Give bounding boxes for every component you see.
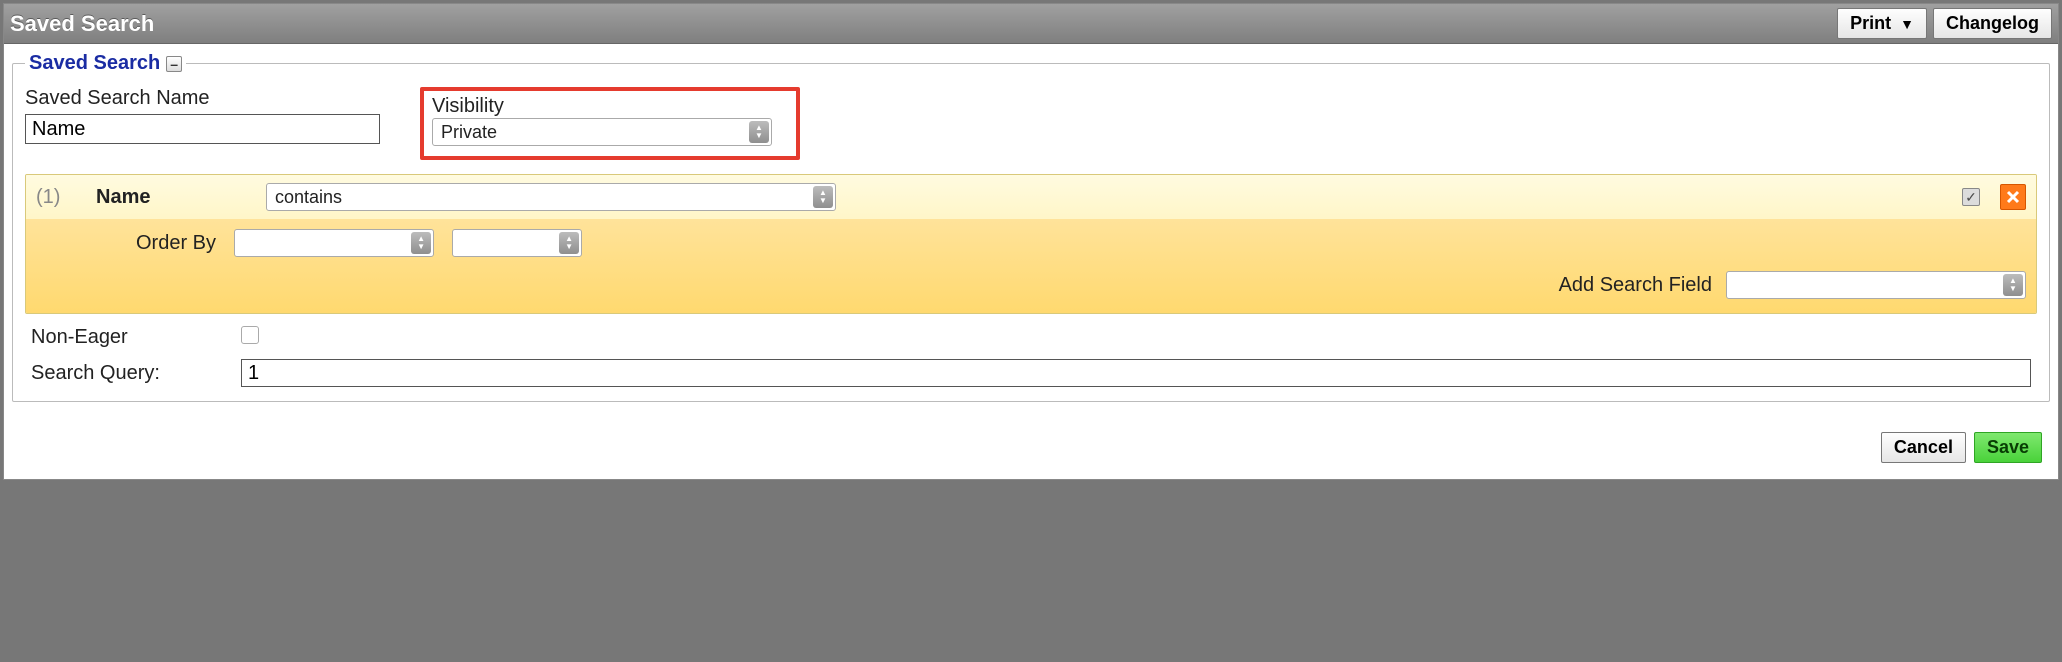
add-field-select[interactable]: ▲▼: [1726, 271, 2026, 299]
visibility-select[interactable]: Private ▲▼: [432, 118, 772, 146]
criteria-delete-button[interactable]: [2000, 184, 2026, 210]
orderby-line: Order By ▲▼ ▲▼: [36, 229, 2026, 257]
save-button[interactable]: Save: [1974, 432, 2042, 463]
search-query-input[interactable]: [241, 359, 2031, 387]
window-title: Saved Search: [10, 11, 154, 37]
visibility-value: Private: [441, 122, 497, 143]
titlebar-actions: Print ▼ Changelog: [1837, 8, 2052, 39]
criteria-index: (1): [36, 186, 76, 209]
criteria-header-row: (1) Name contains ▲▼ ✓: [26, 175, 2036, 219]
noneager-label: Non-Eager: [31, 326, 241, 349]
legend-text: Saved Search: [29, 52, 160, 75]
dropdown-caret-icon: ▼: [1900, 16, 1914, 32]
fieldset-legend: Saved Search –: [25, 52, 186, 75]
add-field-line: Add Search Field ▲▼: [36, 271, 2026, 299]
close-x-icon: [2005, 189, 2021, 205]
changelog-button[interactable]: Changelog: [1933, 8, 2052, 39]
select-stepper-icon: ▲▼: [2003, 274, 2023, 296]
search-query-label: Search Query:: [31, 362, 241, 385]
check-icon: ✓: [1965, 189, 1977, 206]
name-field-label: Saved Search Name: [25, 87, 380, 110]
saved-search-window: Saved Search Print ▼ Changelog Saved Sea…: [3, 3, 2059, 480]
titlebar: Saved Search Print ▼ Changelog: [4, 4, 2058, 44]
criteria-box: (1) Name contains ▲▼ ✓: [25, 174, 2037, 314]
select-stepper-icon: ▲▼: [411, 232, 431, 254]
noneager-checkbox[interactable]: [241, 326, 259, 344]
content-area: Saved Search – Saved Search Name Visibil…: [4, 44, 2058, 479]
print-label: Print: [1850, 13, 1891, 33]
top-row: Saved Search Name Visibility Private ▲▼: [25, 87, 2037, 160]
visibility-label: Visibility: [432, 95, 788, 118]
print-button[interactable]: Print ▼: [1837, 8, 1927, 39]
criteria-operator-wrap: contains ▲▼: [266, 183, 836, 211]
cancel-button[interactable]: Cancel: [1881, 432, 1966, 463]
orderby-direction-select[interactable]: ▲▼: [452, 229, 582, 257]
select-stepper-icon: ▲▼: [813, 186, 833, 208]
criteria-field-name: Name: [96, 186, 246, 209]
criteria-operator-value: contains: [275, 187, 342, 208]
orderby-label: Order By: [136, 232, 216, 255]
saved-search-fieldset: Saved Search – Saved Search Name Visibil…: [12, 52, 2050, 402]
collapse-toggle[interactable]: –: [166, 56, 182, 72]
select-stepper-icon: ▲▼: [749, 121, 769, 143]
add-field-label: Add Search Field: [1559, 274, 1712, 297]
name-field-block: Saved Search Name: [25, 87, 380, 144]
select-stepper-icon: ▲▼: [559, 232, 579, 254]
lower-grid: Non-Eager Search Query:: [25, 318, 2037, 397]
name-input[interactable]: [25, 114, 380, 144]
visibility-highlight: Visibility Private ▲▼: [420, 87, 800, 160]
criteria-body: Order By ▲▼ ▲▼ Add Search Field: [26, 219, 2036, 313]
criteria-enabled-checkbox[interactable]: ✓: [1962, 188, 1980, 206]
criteria-operator-select[interactable]: contains ▲▼: [266, 183, 836, 211]
footer-actions: Cancel Save: [12, 402, 2050, 471]
orderby-field-select[interactable]: ▲▼: [234, 229, 434, 257]
